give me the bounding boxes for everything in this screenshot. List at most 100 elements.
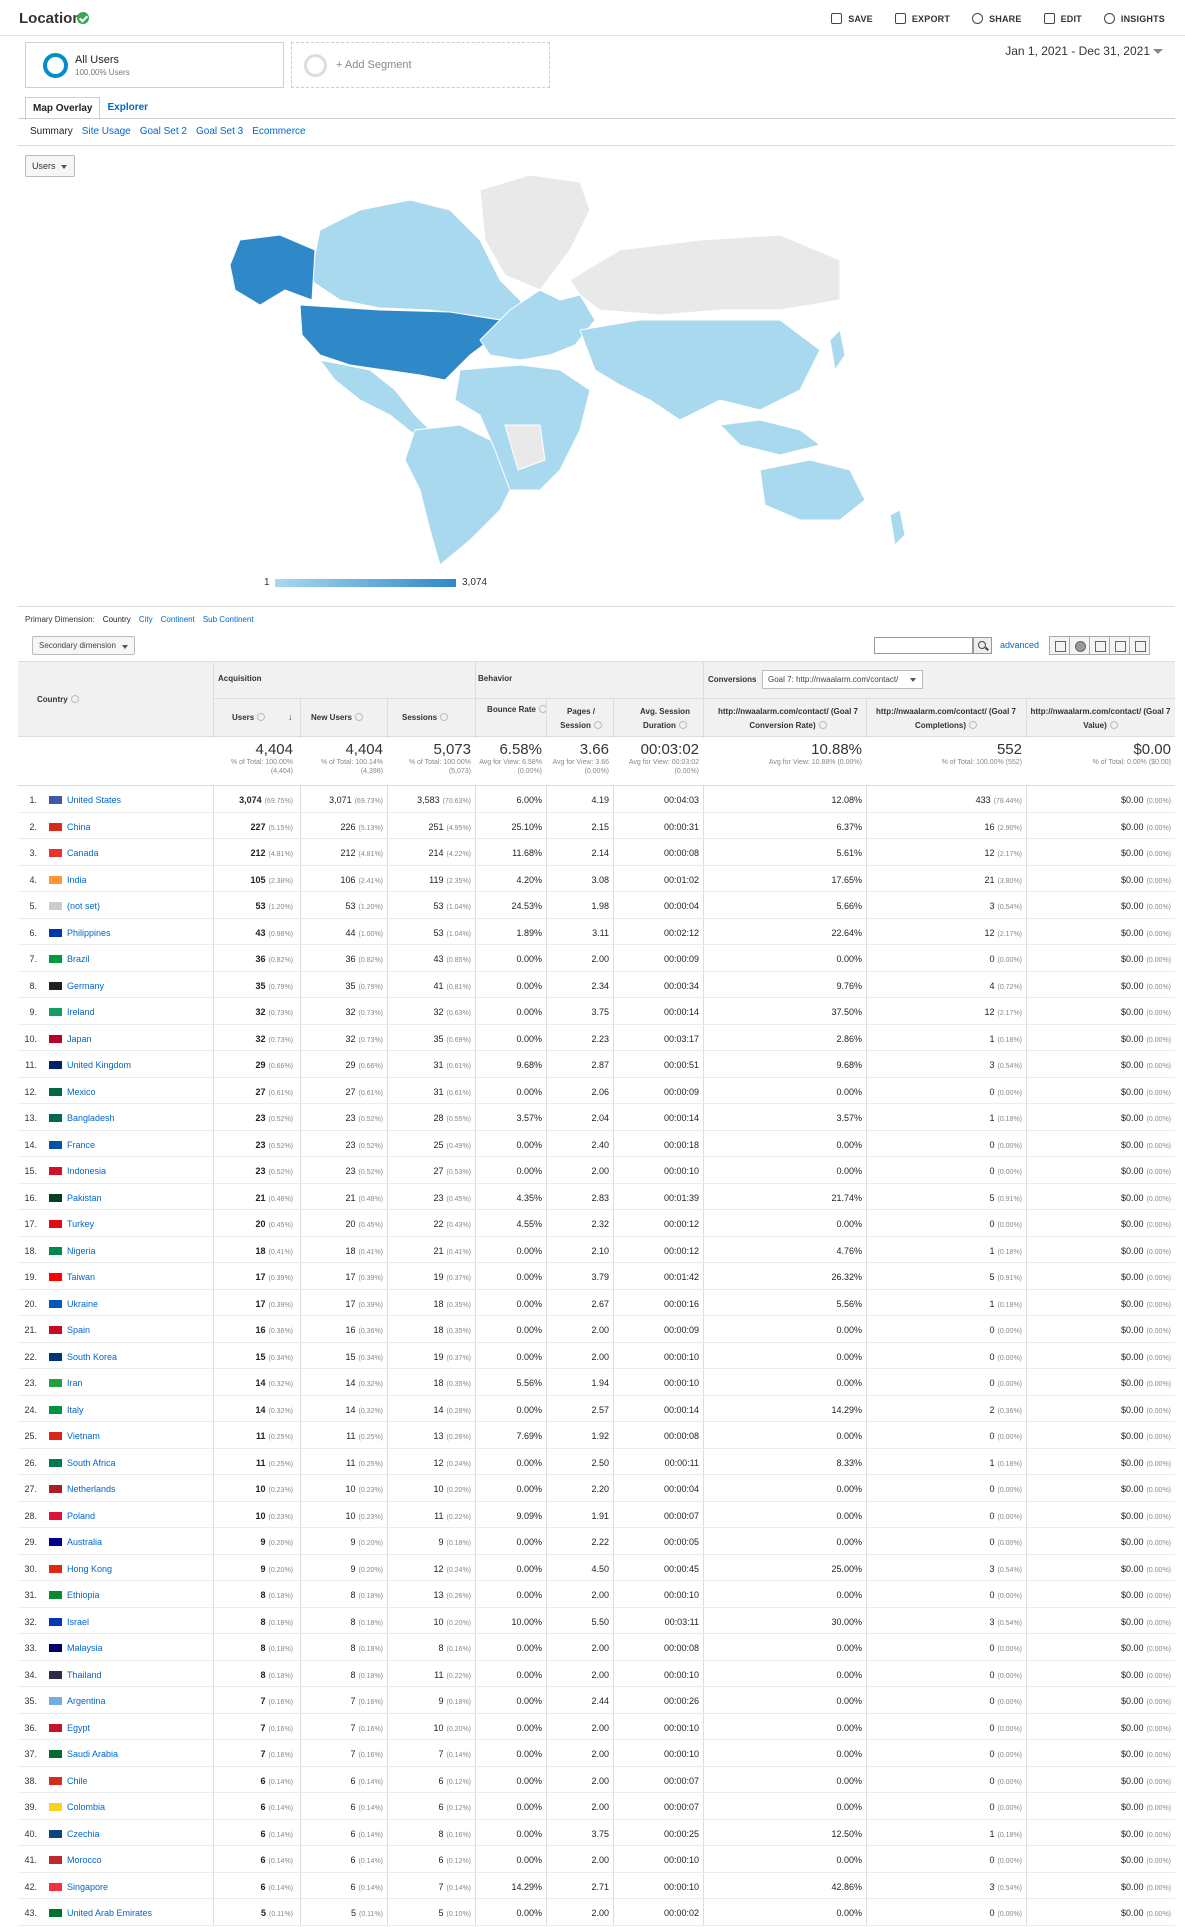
country-link[interactable]: Vietnam (67, 1431, 100, 1441)
country-link[interactable]: Morocco (67, 1855, 102, 1865)
col-sessions[interactable]: Sessions (402, 713, 449, 722)
pivot-view-icon[interactable] (1129, 636, 1150, 655)
country-link[interactable]: Mexico (67, 1087, 96, 1097)
table-cell: $0.00 (0.00%) (1120, 1855, 1171, 1865)
map-region-indonesia[interactable] (718, 419, 822, 456)
country-link[interactable]: Japan (67, 1034, 92, 1044)
table-cell: $0.00 (0.00%) (1120, 901, 1171, 911)
col-country[interactable]: Country (37, 695, 79, 704)
country-link[interactable]: Iran (67, 1378, 83, 1388)
map-region-australia[interactable] (759, 459, 866, 521)
subtab-site-usage[interactable]: Site Usage (82, 126, 131, 137)
save-button[interactable]: SAVE (831, 13, 873, 24)
col-avg-session-duration[interactable]: Avg. Session Duration (625, 705, 705, 733)
country-link[interactable]: India (67, 875, 87, 885)
sort-desc-icon[interactable]: ↓ (288, 712, 293, 722)
col-goal-completions[interactable]: http://nwaalarm.com/contact/ (Goal 7 Com… (866, 705, 1026, 733)
country-link[interactable]: Brazil (67, 954, 90, 964)
search-icon[interactable] (973, 637, 992, 654)
country-link[interactable]: Ireland (67, 1007, 95, 1017)
country-link[interactable]: Taiwan (67, 1272, 95, 1282)
country-link[interactable]: Israel (67, 1617, 89, 1627)
subtab-goal-set-3[interactable]: Goal Set 3 (196, 126, 243, 137)
col-goal-value[interactable]: http://nwaalarm.com/contact/ (Goal 7 Val… (1028, 705, 1173, 733)
flag-icon (49, 1193, 62, 1202)
country-link[interactable]: Hong Kong (67, 1564, 112, 1574)
col-goal-conversion-rate[interactable]: http://nwaalarm.com/contact/ (Goal 7 Con… (708, 705, 868, 733)
world-map[interactable] (200, 170, 970, 570)
country-link[interactable]: South Africa (67, 1458, 116, 1468)
country-link[interactable]: Bangladesh (67, 1113, 115, 1123)
country-link[interactable]: Turkey (67, 1219, 94, 1229)
add-segment-button[interactable]: + Add Segment (291, 42, 550, 88)
export-button[interactable]: EXPORT (894, 13, 950, 24)
country-link[interactable]: Singapore (67, 1882, 108, 1892)
secondary-dimension-select[interactable]: Secondary dimension (32, 636, 135, 655)
country-link[interactable]: Nigeria (67, 1246, 96, 1256)
country-link[interactable]: Spain (67, 1325, 90, 1335)
col-bounce-rate[interactable]: Bounce Rate (482, 705, 552, 714)
dimension-city[interactable]: City (139, 615, 153, 624)
table-cell: $0.00 (0.00%) (1120, 1537, 1171, 1547)
country-link[interactable]: United States (67, 795, 121, 805)
col-pages-session[interactable]: Pages / Session (551, 705, 611, 733)
dimension-sub-continent[interactable]: Sub Continent (203, 615, 254, 624)
country-link[interactable]: Poland (67, 1511, 95, 1521)
edit-button[interactable]: EDIT (1043, 13, 1082, 24)
country-link[interactable]: Czechia (67, 1829, 100, 1839)
country-link[interactable]: United Kingdom (67, 1060, 131, 1070)
country-link[interactable]: Argentina (67, 1696, 106, 1706)
country-link[interactable]: (not set) (67, 901, 100, 911)
col-new-users[interactable]: New Users (311, 713, 363, 722)
country-link[interactable]: United Arab Emirates (67, 1908, 152, 1918)
country-link[interactable]: France (67, 1140, 95, 1150)
tab-map-overlay[interactable]: Map Overlay (25, 97, 101, 120)
chevron-down-icon[interactable] (1153, 49, 1163, 54)
performance-view-icon[interactable] (1089, 636, 1110, 655)
dimension-country[interactable]: Country (103, 615, 131, 624)
map-region-alaska[interactable] (229, 234, 316, 306)
country-link[interactable]: Canada (67, 848, 99, 858)
country-link[interactable]: Saudi Arabia (67, 1749, 118, 1759)
map-region-new-zealand[interactable] (889, 509, 906, 547)
pie-view-icon[interactable] (1069, 636, 1090, 655)
table-cell: 00:00:08 (663, 1431, 699, 1441)
country-link[interactable]: Ukraine (67, 1299, 98, 1309)
tab-explorer[interactable]: Explorer (100, 97, 155, 120)
insights-button[interactable]: INSIGHTS (1103, 13, 1165, 24)
row-index: 31. (24, 1590, 37, 1600)
advanced-filter-link[interactable]: advanced (1000, 640, 1039, 650)
country-link[interactable]: Australia (67, 1537, 102, 1547)
country-link[interactable]: Ethiopia (67, 1590, 100, 1600)
country-link[interactable]: China (67, 822, 91, 832)
goal-select[interactable]: Goal 7: http://nwaalarm.com/contact/ (762, 670, 923, 689)
segment-all-users[interactable]: All Users 100.00% Users (25, 42, 284, 88)
country-link[interactable]: Pakistan (67, 1193, 102, 1203)
comparison-view-icon[interactable] (1109, 636, 1130, 655)
subtab-goal-set-2[interactable]: Goal Set 2 (140, 126, 187, 137)
country-link[interactable]: Germany (67, 981, 104, 991)
date-range-picker[interactable]: Jan 1, 2021 - Dec 31, 2021 (1005, 44, 1150, 58)
map-region-russia[interactable] (569, 234, 841, 316)
country-link[interactable]: Thailand (67, 1670, 102, 1680)
country-link[interactable]: South Korea (67, 1352, 117, 1362)
table-view-icon[interactable] (1049, 636, 1070, 655)
table-cell: 9.76% (836, 980, 862, 991)
map-region-asia[interactable] (579, 319, 821, 421)
country-link[interactable]: Malaysia (67, 1643, 103, 1653)
country-link[interactable]: Italy (67, 1405, 84, 1415)
country-link[interactable]: Chile (67, 1776, 88, 1786)
country-link[interactable]: Philippines (67, 928, 111, 938)
share-button[interactable]: SHARE (972, 13, 1022, 24)
map-region-japan[interactable] (829, 328, 846, 372)
dimension-continent[interactable]: Continent (161, 615, 195, 624)
metric-select[interactable]: Users (25, 155, 75, 177)
subtab-summary[interactable]: Summary (30, 126, 73, 137)
country-link[interactable]: Egypt (67, 1723, 90, 1733)
subtab-ecommerce[interactable]: Ecommerce (252, 126, 305, 137)
country-link[interactable]: Netherlands (67, 1484, 116, 1494)
country-link[interactable]: Indonesia (67, 1166, 106, 1176)
country-link[interactable]: Colombia (67, 1802, 105, 1812)
table-search-input[interactable] (874, 637, 973, 654)
col-users[interactable]: Users (232, 713, 266, 722)
